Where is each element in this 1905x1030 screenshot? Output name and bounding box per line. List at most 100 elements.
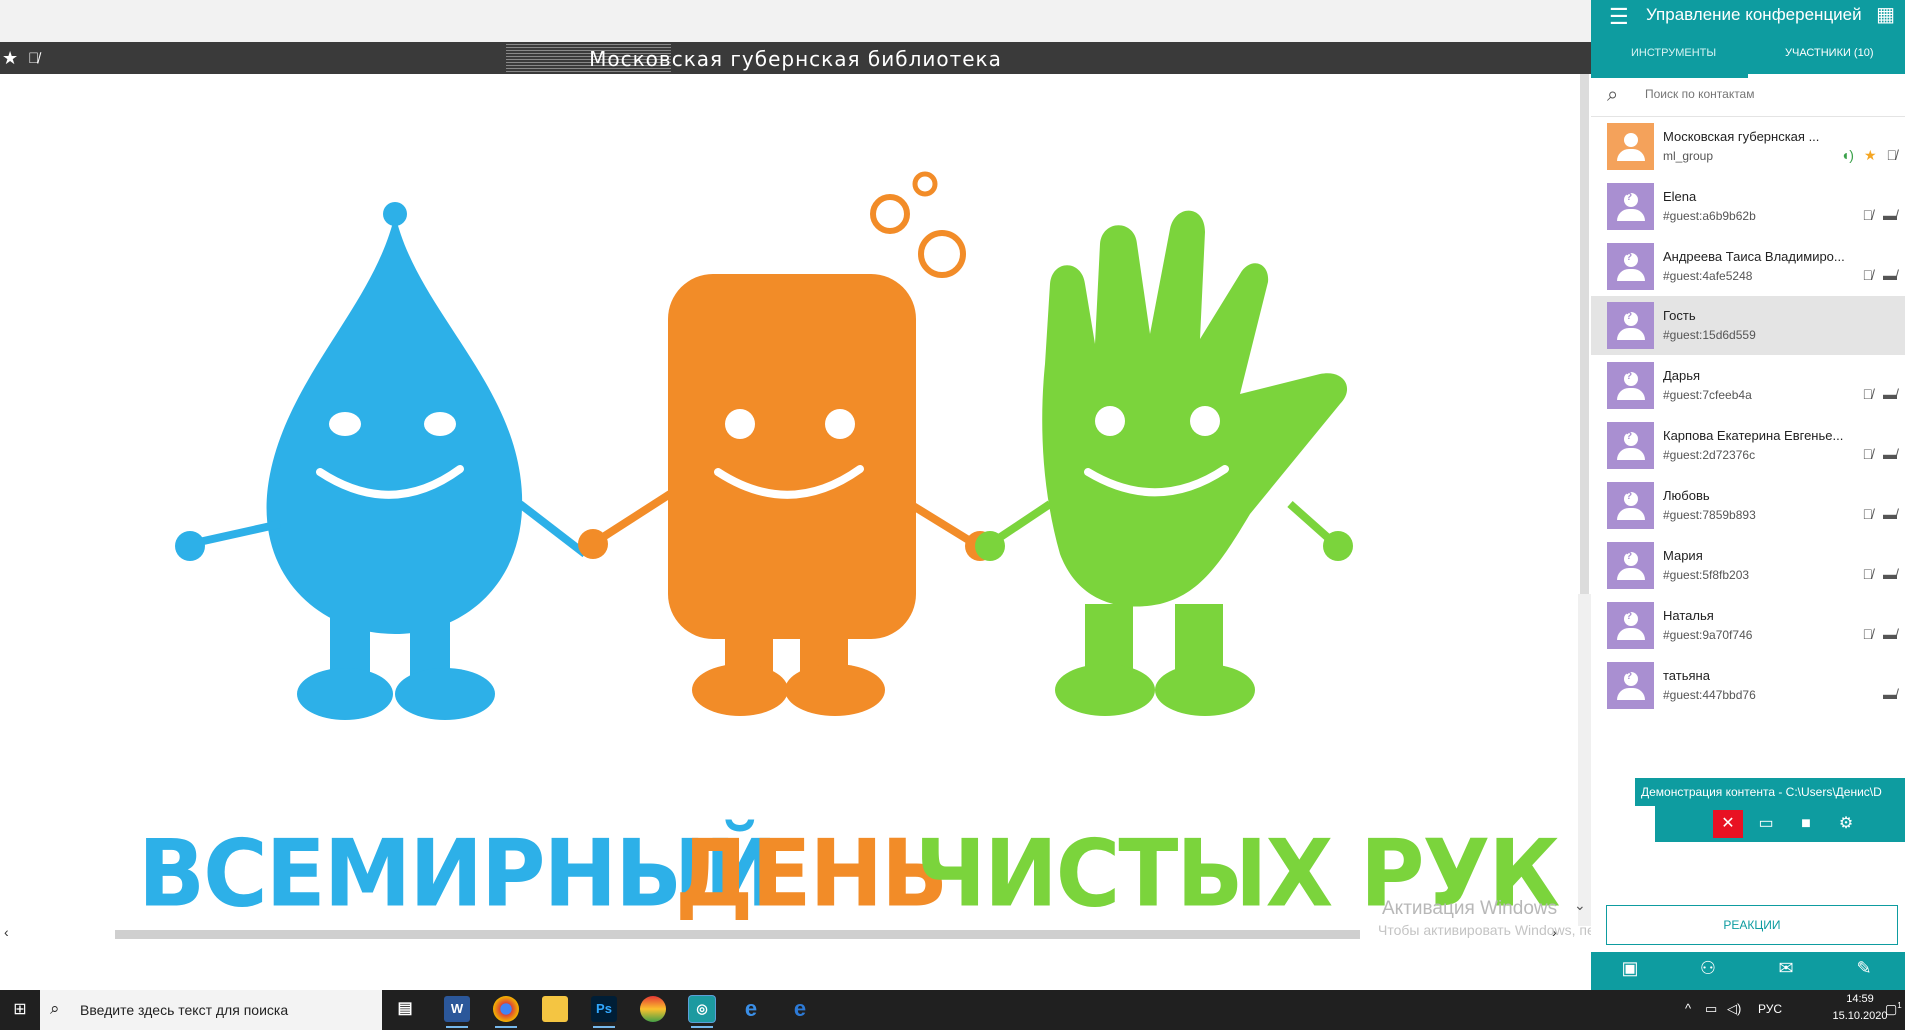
top-strip [0, 0, 1591, 42]
search-icon: ⌕ [50, 999, 60, 1018]
star-icon[interactable]: ★ [1864, 147, 1877, 163]
camera-off-icon[interactable]: ▬̸ [1883, 267, 1897, 283]
taskbar-search[interactable]: ⌕ Введите здесь текст для поиска [40, 990, 382, 1030]
notification-icon[interactable]: ▢1 [1885, 1001, 1902, 1017]
task-view-icon[interactable]: ▤ [392, 996, 418, 1022]
horizontal-scrollbar[interactable]: ‹ › [0, 924, 1591, 942]
mic-muted-icon[interactable]: 🎙̸ [1863, 267, 1874, 283]
participant-row[interactable]: ? Любовь #guest:7859b893 🎙̸ ▬̸ [1591, 476, 1905, 535]
participant-name: татьяна [1663, 668, 1710, 683]
content-demo-widget: Демонстрация контента - C:\Users\Денис\D… [1635, 778, 1905, 852]
participant-row[interactable]: ? татьяна #guest:447bbd76 ▬̸ [1591, 656, 1905, 715]
stage-title-bar: ★ 🎙̸ Московская губернская библиотека [0, 42, 1591, 74]
camera-off-icon[interactable]: ▬̸ [1883, 207, 1897, 223]
system-tray: ^ ▭ ◁) РУС 14:59 15.10.2020 ▢1 [1685, 990, 1905, 1030]
avatar: ? [1607, 662, 1654, 709]
participant-id: #guest:15d6d559 [1663, 328, 1756, 342]
participants-icon[interactable]: ⚇ [1669, 958, 1747, 979]
share-settings-icon[interactable]: ⚙ [1831, 810, 1861, 838]
camera-off-icon[interactable]: ▬̸ [1883, 686, 1897, 702]
select-screen-icon[interactable]: ▭ [1751, 810, 1781, 838]
content-demo-bar[interactable]: Демонстрация контента - C:\Users\Денис\D [1635, 778, 1905, 806]
avatar: ? [1607, 302, 1654, 349]
mic-muted-icon[interactable]: 🎙̸ [1863, 386, 1874, 402]
mic-muted-icon[interactable]: 🎙̸ [1863, 626, 1874, 642]
stop-sharing-icon[interactable]: ✕ [1713, 810, 1743, 838]
participant-id: #guest:7859b893 [1663, 508, 1756, 522]
calendar-icon[interactable]: ▦ [1876, 2, 1895, 27]
panel-footer-toolbar: ▣ ⚇ ✉ ✎ [1591, 952, 1905, 990]
reactions-button[interactable]: РЕАКЦИИ [1606, 905, 1898, 945]
participant-id: #guest:447bbd76 [1663, 688, 1756, 702]
file-explorer-icon[interactable] [542, 996, 568, 1022]
camera-off-icon[interactable]: ▬̸ [1883, 566, 1897, 582]
participant-name: Мария [1663, 548, 1703, 563]
edge-icon[interactable]: e [787, 996, 813, 1022]
horizontal-scroll-thumb[interactable] [115, 930, 1360, 939]
avatar: ? [1607, 362, 1654, 409]
chevron-up-icon[interactable]: ^ [1685, 1001, 1691, 1016]
vertical-scroll-thumb[interactable] [1580, 74, 1589, 594]
avatar: ? [1607, 602, 1654, 649]
participant-name: Elena [1663, 189, 1697, 204]
photoshop-icon[interactable]: Ps [591, 996, 617, 1028]
participant-id: #guest:2d72376c [1663, 448, 1756, 462]
mic-muted-icon[interactable]: 🎙̸ [1887, 147, 1898, 163]
app-icon[interactable] [640, 996, 666, 1022]
participant-row[interactable]: ? Андреева Таиса Владимиро... #guest:4af… [1591, 237, 1905, 296]
panel-header: ☰ Управление конференцией ▦ ИНСТРУМЕНТЫ … [1591, 0, 1905, 78]
word-icon[interactable]: W [444, 996, 470, 1028]
avatar: ? [1607, 542, 1654, 589]
windows-start-icon[interactable]: ⊞ [0, 990, 40, 1030]
conference-panel: ☰ Управление конференцией ▦ ИНСТРУМЕНТЫ … [1591, 0, 1905, 990]
language-indicator[interactable]: РУС [1758, 1002, 1782, 1016]
participant-id: #guest:7cfeeb4a [1663, 388, 1752, 402]
chrome-icon[interactable] [493, 996, 519, 1028]
hamburger-menu-icon[interactable]: ☰ [1609, 4, 1629, 30]
participant-name: Андреева Таиса Владимиро... [1663, 249, 1845, 264]
mic-muted-icon[interactable]: 🎙̸ [1863, 446, 1874, 462]
contact-search-input[interactable] [1643, 86, 1887, 102]
participant-row[interactable]: ? Наталья #guest:9a70f746 🎙̸ ▬̸ [1591, 596, 1905, 655]
tab-participants[interactable]: УЧАСТНИКИ (10) [1785, 47, 1874, 59]
participant-row[interactable]: ? Гость #guest:15d6d559 [1591, 296, 1905, 355]
clock-time[interactable]: 14:59 [1830, 993, 1890, 1005]
search-icon: ⌕ [1607, 84, 1619, 106]
mic-muted-icon[interactable]: 🎙̸ [1863, 207, 1874, 223]
participant-name: Наталья [1663, 608, 1714, 623]
camera-off-icon[interactable]: ▬̸ [1883, 626, 1897, 642]
soap-mascot [578, 171, 995, 716]
volume-icon[interactable]: ◁) [1727, 1001, 1741, 1017]
participant-row[interactable]: ? Карпова Екатерина Евгенье... #guest:2d… [1591, 416, 1905, 475]
chevron-down-icon[interactable]: ⌄ [1574, 897, 1586, 914]
camera-off-icon[interactable]: ▬̸ [1883, 386, 1897, 402]
avatar: ? [1607, 482, 1654, 529]
tab-tools[interactable]: ИНСТРУМЕНТЫ [1631, 47, 1716, 59]
mic-muted-icon[interactable]: 🎙̸ [1863, 566, 1874, 582]
edit-icon[interactable]: ✎ [1825, 958, 1903, 979]
participant-row[interactable]: ? Elena #guest:a6b9b62b 🎙̸ ▬̸ [1591, 177, 1905, 236]
contacts-icon[interactable]: ▣ [1591, 958, 1669, 979]
conference-app-icon[interactable]: ◎ [689, 996, 715, 1028]
participant-id: ml_group [1663, 149, 1714, 163]
camera-off-icon[interactable]: ▬̸ [1883, 506, 1897, 522]
scroll-left-icon[interactable]: ‹ [4, 924, 9, 940]
network-icon[interactable]: ▭ [1705, 1001, 1717, 1017]
participant-row[interactable]: ? Мария #guest:5f8fb203 🎙̸ ▬̸ [1591, 536, 1905, 595]
participant-name: Гость [1663, 308, 1696, 323]
camera-off-icon[interactable]: ▬̸ [1883, 446, 1897, 462]
mic-muted-icon[interactable]: 🎙̸ [1863, 506, 1874, 522]
mascots-illustration [175, 171, 1353, 720]
participant-row[interactable]: Московская губернская ... ml_group ◖) ★ 🎙̸ [1591, 117, 1905, 176]
participant-name: Московская губернская ... [1663, 129, 1820, 144]
internet-explorer-icon[interactable]: e [738, 996, 764, 1022]
windows-taskbar: ⊞ ⌕ Введите здесь текст для поиска ▤ W P… [0, 990, 1905, 1030]
banner-word-2: ДЕНЬ [675, 819, 948, 926]
participant-id: #guest:9a70f746 [1663, 628, 1753, 642]
participant-row[interactable]: ? Дарья #guest:7cfeeb4a 🎙̸ ▬̸ [1591, 356, 1905, 415]
camera-icon[interactable]: ■ [1791, 810, 1821, 838]
stage-footer-area [0, 942, 1591, 990]
chat-icon[interactable]: ✉ [1747, 958, 1825, 979]
vertical-scrollbar[interactable] [1578, 74, 1591, 594]
shared-content-area: ВСЕМИРНЫЙ ДЕНЬ ЧИСТЫХ РУК [0, 74, 1578, 926]
